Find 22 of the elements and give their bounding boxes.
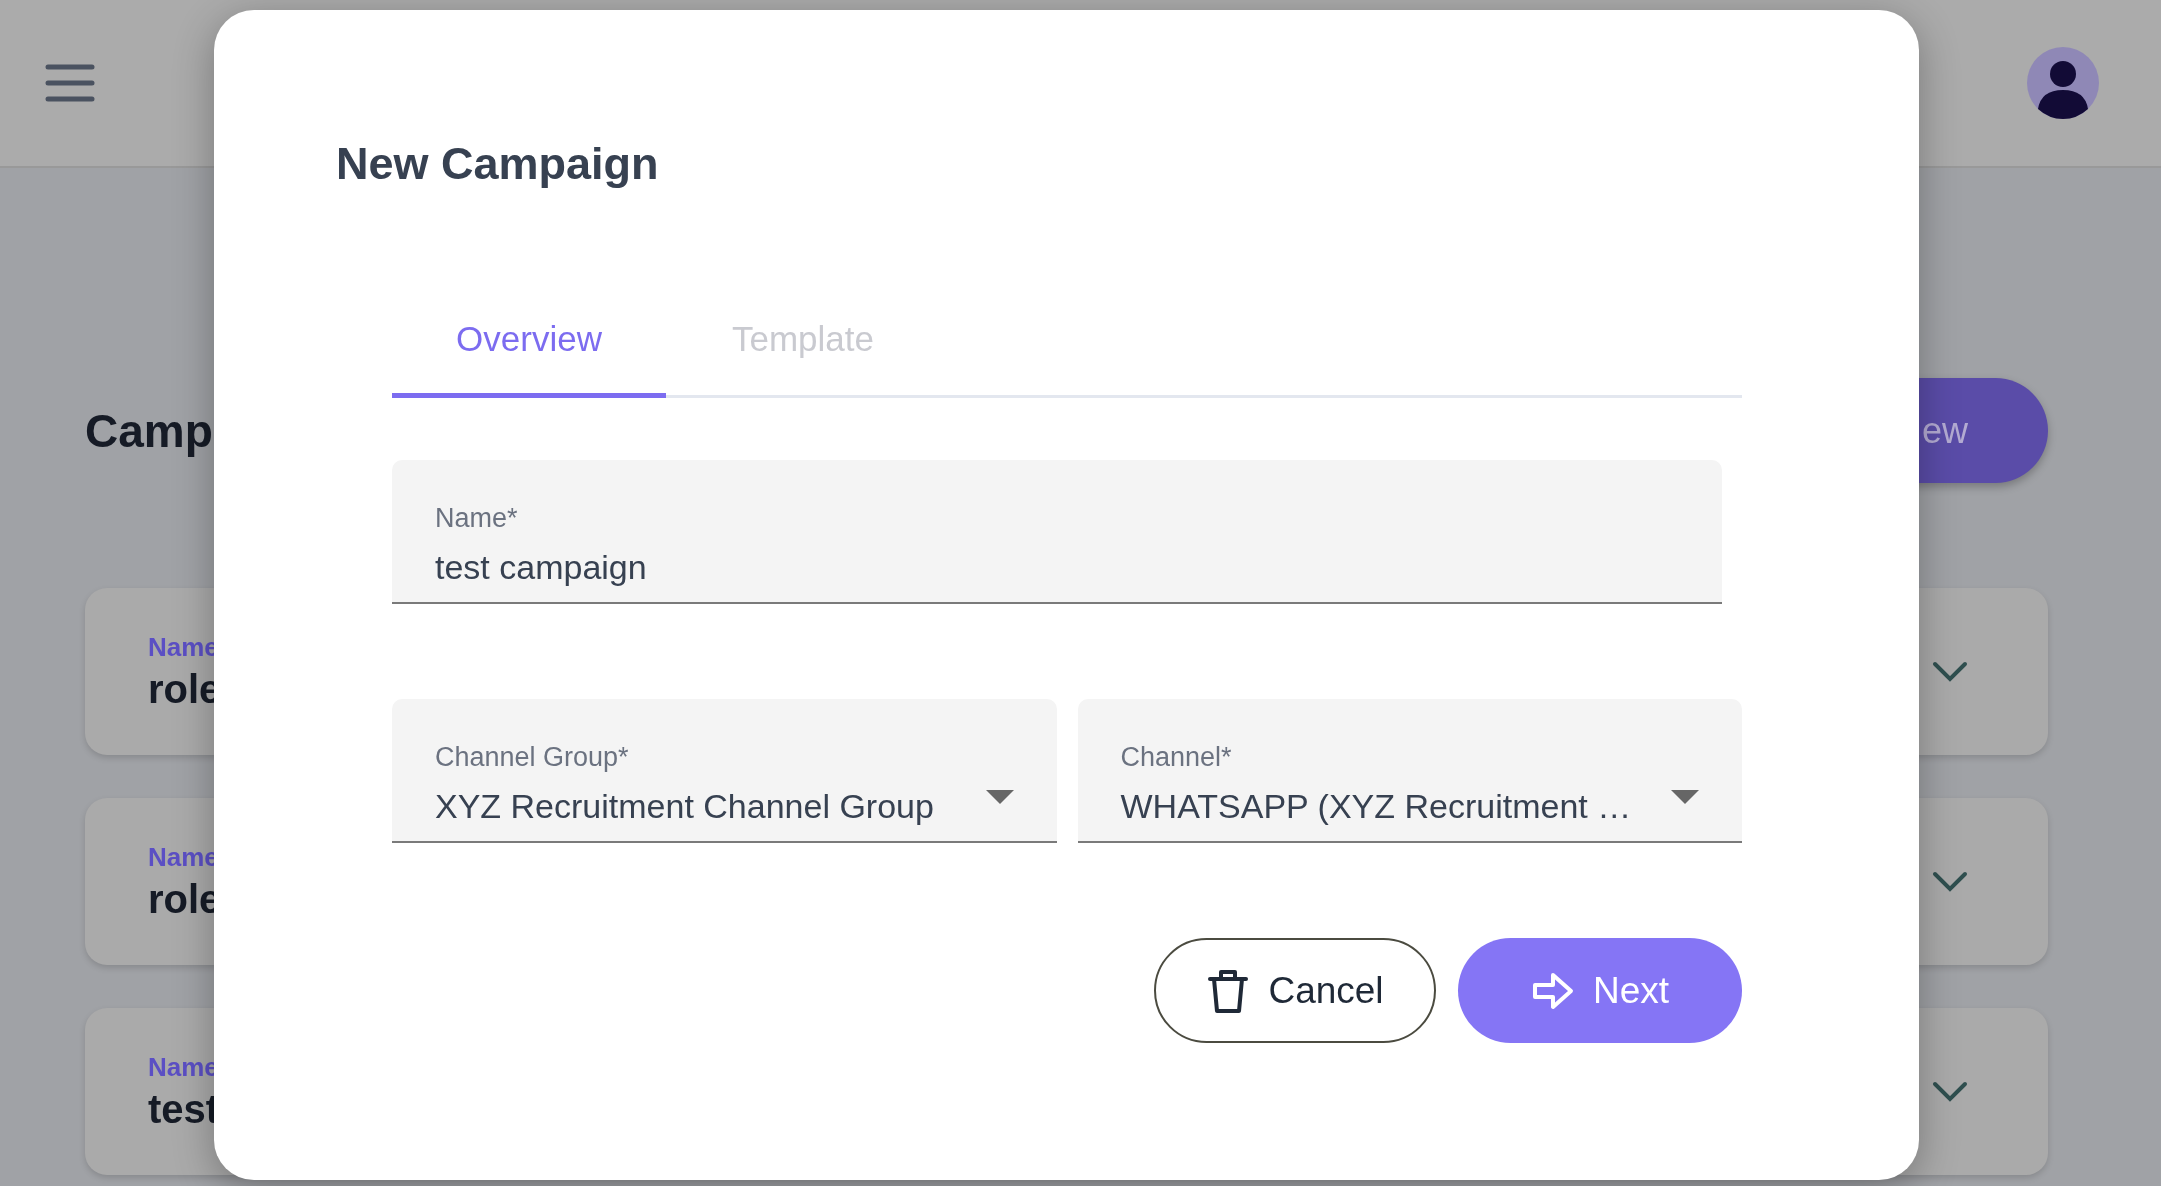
page-heading: Camp: [85, 403, 213, 458]
chevron-down-icon: [1932, 1080, 1968, 1103]
field-label: Channel Group*: [435, 742, 630, 773]
menu-icon[interactable]: [45, 63, 95, 103]
next-button[interactable]: Next: [1458, 938, 1742, 1043]
card-value: test: [148, 1086, 220, 1132]
avatar-icon[interactable]: [2027, 47, 2099, 119]
cancel-button[interactable]: Cancel: [1154, 938, 1436, 1043]
caret-icon: [1671, 790, 1699, 806]
select-field[interactable]: Channel* WHATSAPP (XYZ Recruitment …: [1077, 699, 1742, 843]
select-field[interactable]: Channel Group* XYZ Recruitment Channel Group: [392, 699, 1057, 843]
field-value: XYZ Recruitment Channel Group: [435, 787, 935, 826]
tab[interactable]: Overview: [392, 294, 666, 398]
field-label: Name*: [435, 503, 519, 534]
chevron-down-icon: [1932, 870, 1968, 893]
caret-icon: [985, 790, 1014, 806]
chevron-down-icon: [1932, 660, 1968, 683]
field-value: test campaign: [435, 548, 648, 587]
dialog-title: New Campaign: [336, 138, 660, 190]
input-field[interactable]: Name* test campaign: [392, 460, 1722, 604]
field-label: Channel*: [1120, 742, 1233, 773]
field-value: WHATSAPP (XYZ Recruitment …: [1120, 787, 1633, 826]
